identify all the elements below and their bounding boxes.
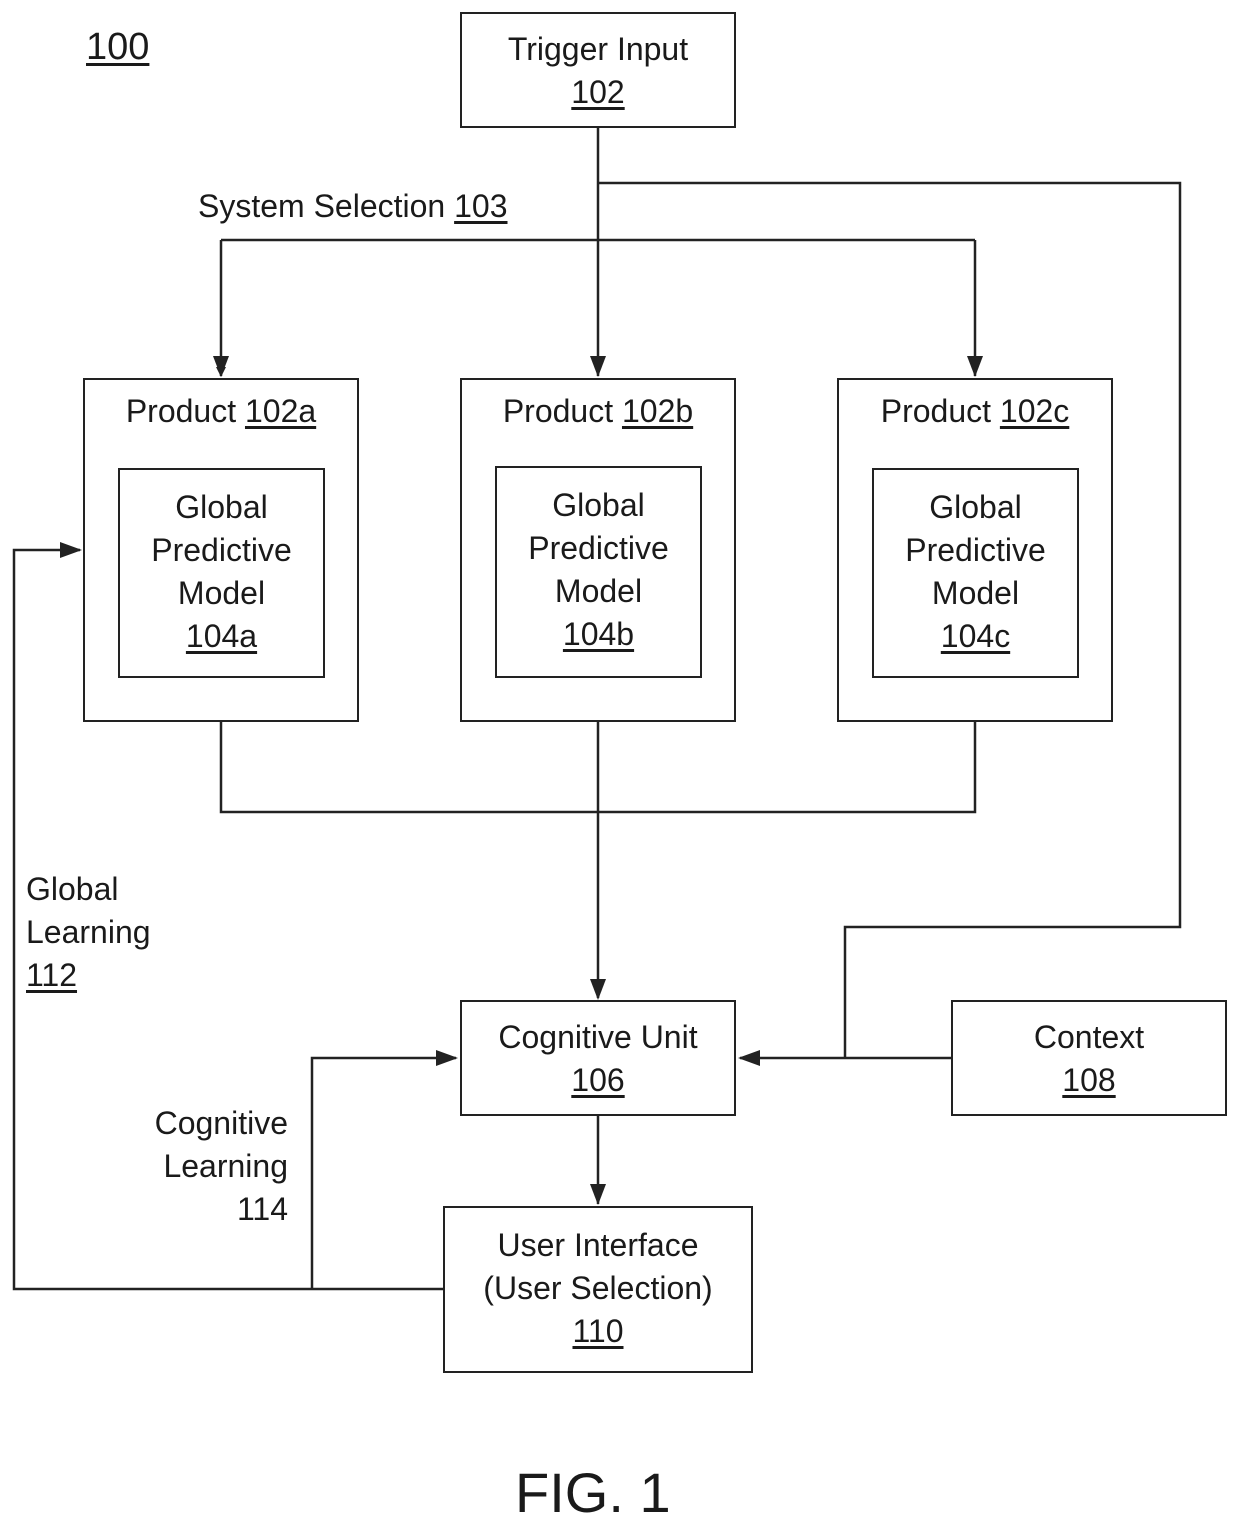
context-ref: 108 xyxy=(1062,1062,1116,1098)
model-b-line-1: Global xyxy=(552,487,645,523)
figure-caption: FIG. 1 xyxy=(515,1461,671,1524)
model-a-line-2: Predictive xyxy=(151,532,292,568)
user-interface-box: User Interface (User Selection) 110 xyxy=(443,1206,753,1373)
global-learning-line-1: Global xyxy=(26,871,119,907)
product-b-box: Product 102b Global Predictive Model 104… xyxy=(460,378,736,722)
model-b-line-2: Predictive xyxy=(528,530,669,566)
model-c-line-2: Predictive xyxy=(905,532,1046,568)
model-a-ref: 104a xyxy=(185,618,258,654)
global-learning-label: Global Learning 112 xyxy=(26,868,151,997)
context-box: Context 108 xyxy=(951,1000,1227,1116)
model-a-line-1: Global xyxy=(175,489,268,525)
edge-cognitive-learning xyxy=(310,1056,456,1289)
trigger-input-ref: 102 xyxy=(571,74,625,110)
arrowhead-product-b xyxy=(590,356,606,377)
cognitive-unit-ref: 106 xyxy=(571,1062,625,1098)
arrowhead-user-interface xyxy=(590,1184,606,1205)
cognitive-learning-line-1: Cognitive xyxy=(154,1105,288,1141)
arrowhead-product-a xyxy=(213,356,229,377)
user-interface-line-2: (User Selection) xyxy=(483,1270,713,1306)
arrowhead-cognitive-unit-top xyxy=(590,979,606,1000)
arrowhead-product-a-left xyxy=(60,542,82,558)
cognitive-unit-label: Cognitive Unit xyxy=(498,1019,698,1055)
model-b-ref: 104b xyxy=(562,616,635,652)
product-b-label: Product xyxy=(502,393,614,429)
cognitive-unit-box: Cognitive Unit 106 xyxy=(460,1000,736,1116)
global-predictive-model-a-box: Global Predictive Model 104a xyxy=(118,468,325,678)
trigger-input-label: Trigger Input xyxy=(507,31,689,67)
user-interface-line-1: User Interface xyxy=(497,1227,699,1263)
context-label: Context xyxy=(1033,1019,1145,1055)
product-a-ref: 102a xyxy=(244,393,317,429)
figure-ref: 100 xyxy=(86,26,149,69)
product-a-box: Product 102a Global Predictive Model 104… xyxy=(83,378,359,722)
model-a-line-3: Model xyxy=(177,575,266,611)
arrowhead-product-c xyxy=(967,356,983,377)
global-learning-line-2: Learning xyxy=(26,914,151,950)
arrowhead-cognitive-unit-left xyxy=(436,1050,458,1066)
product-c-label: Product xyxy=(880,393,991,429)
arrowhead-cognitive-unit-right xyxy=(738,1050,760,1066)
cognitive-learning-ref: 114 xyxy=(236,1191,288,1227)
product-c-ref: 102c xyxy=(999,393,1070,429)
global-learning-ref: 112 xyxy=(26,957,78,993)
model-b-line-3: Model xyxy=(554,573,643,609)
product-a-label: Product xyxy=(125,393,237,429)
global-predictive-model-c-box: Global Predictive Model 104c xyxy=(872,468,1079,678)
global-predictive-model-b-box: Global Predictive Model 104b xyxy=(495,466,702,678)
cognitive-learning-line-2: Learning xyxy=(163,1148,288,1184)
model-c-ref: 104c xyxy=(940,618,1011,654)
model-c-line-3: Model xyxy=(931,575,1020,611)
product-b-ref: 102b xyxy=(621,393,694,429)
model-c-line-1: Global xyxy=(929,489,1022,525)
user-interface-ref: 110 xyxy=(572,1313,624,1349)
trigger-input-box: Trigger Input 102 xyxy=(460,12,736,128)
system-selection-ref: 103 xyxy=(454,188,508,224)
product-c-box: Product 102c Global Predictive Model 104… xyxy=(837,378,1113,722)
system-selection-text: System Selection xyxy=(198,188,446,224)
cognitive-learning-label: Cognitive Learning 114 xyxy=(130,1102,288,1231)
figure-ref-number: 100 xyxy=(86,26,150,68)
system-selection-label: System Selection 103 xyxy=(198,185,508,228)
